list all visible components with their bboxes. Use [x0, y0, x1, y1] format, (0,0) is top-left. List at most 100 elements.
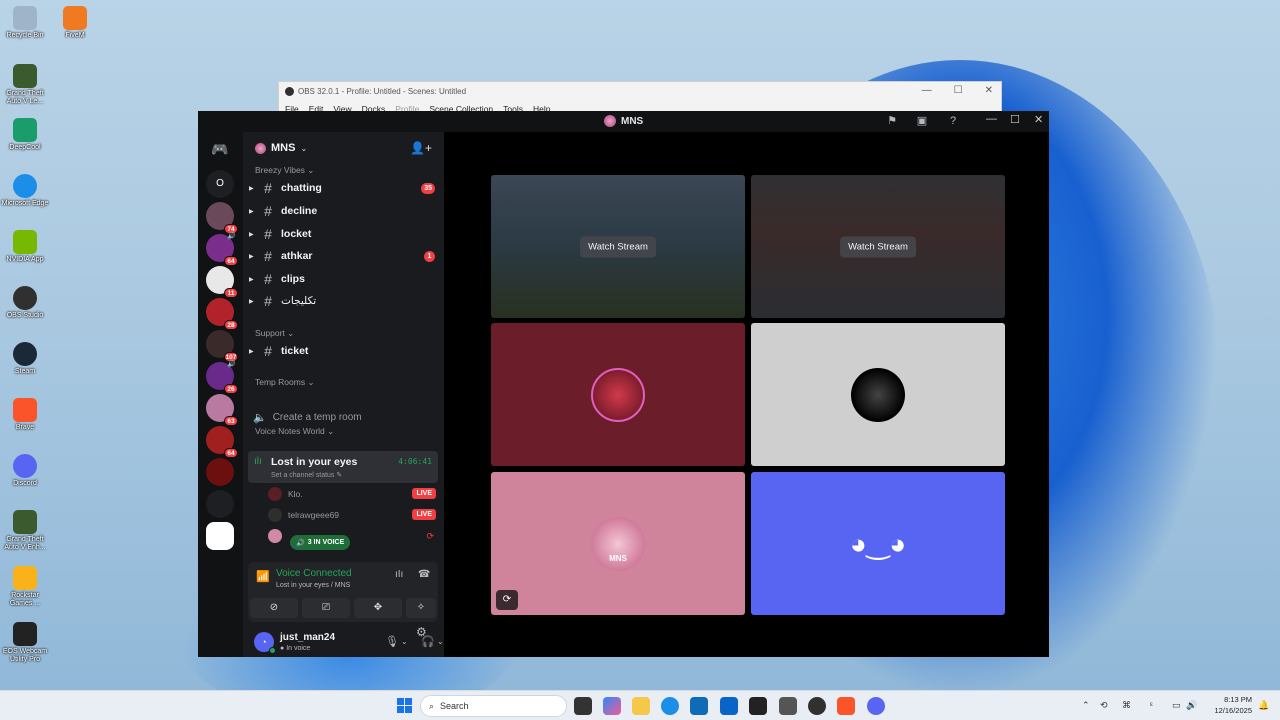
username[interactable]: just_man24: [280, 632, 335, 643]
set-channel-status[interactable]: Set a channel status ✎: [271, 471, 342, 479]
unread-badge: 35: [421, 183, 435, 194]
volume-icon[interactable]: 🔊: [1186, 700, 1197, 711]
settings-gear-icon[interactable]: ⚙: [416, 625, 427, 639]
notification-bell-icon[interactable]: 🔔: [1258, 700, 1269, 711]
category-temp-rooms[interactable]: Temp Rooms ⌄: [255, 377, 315, 388]
channel-clips[interactable]: ▶ # clips: [249, 269, 439, 289]
voice-connected-title[interactable]: Voice Connected: [276, 568, 352, 579]
taskbar-search[interactable]: ⌕ Search: [420, 695, 567, 717]
pen-icon[interactable]: ᵋ: [1150, 700, 1153, 710]
taskbar-clock[interactable]: 8:13 PM 12/16/2025: [1206, 694, 1252, 716]
network-icon[interactable]: ▭: [1172, 700, 1181, 711]
bluetooth-icon[interactable]: ⌘: [1122, 700, 1131, 711]
desktop-icon-brave[interactable]: Brave: [0, 398, 50, 432]
camera-toggle-button[interactable]: ⊘: [250, 598, 298, 618]
channel-ticket[interactable]: ▶ # ticket: [249, 341, 439, 361]
server-icon[interactable]: 11: [206, 266, 238, 298]
activities-button[interactable]: ✥: [354, 598, 402, 618]
desktop-icon-deepcool[interactable]: DeepCool: [0, 118, 50, 152]
channel-arabic[interactable]: ▶ # تكليجات: [249, 291, 439, 311]
server-icon-mns[interactable]: 63: [206, 394, 238, 426]
category-voice-notes-world[interactable]: Voice Notes World ⌄: [255, 426, 334, 437]
desktop-icon-steam[interactable]: Steam: [0, 342, 50, 376]
connection-signal-icon[interactable]: 📶: [256, 570, 270, 583]
desktop-icon-eos-webcam[interactable]: EOS Webcam Utility Pro: [0, 622, 50, 664]
participant-tile[interactable]: ◕‿◕: [751, 472, 1005, 615]
start-button[interactable]: [397, 698, 412, 713]
participant-tile[interactable]: MNS ⟳: [491, 472, 745, 615]
obs-minimize-button[interactable]: —: [922, 85, 932, 96]
participant-tile[interactable]: [491, 323, 745, 466]
voice-user[interactable]: Klo. LIVE: [268, 485, 436, 503]
chevron-up-icon[interactable]: ⌃: [1082, 700, 1090, 711]
desktop-icon-gta-legacy[interactable]: Grand Theft Auto V Le...: [0, 64, 50, 106]
desktop-icon-gta-enhanced[interactable]: Grand Theft Auto V Enh...: [0, 510, 50, 552]
obs-close-button[interactable]: ✕: [985, 85, 993, 96]
store-icon[interactable]: [690, 697, 708, 715]
server-icon[interactable]: 64: [206, 426, 238, 458]
stream-tile[interactable]: Watch Stream: [751, 175, 1005, 318]
desktop-icon-fivem[interactable]: FiveM: [50, 6, 100, 40]
file-explorer-icon[interactable]: [632, 697, 650, 715]
discord-home-icon[interactable]: 🎮: [206, 135, 234, 163]
category-support[interactable]: Support ⌄: [255, 328, 294, 339]
desktop-icon-recycle-bin[interactable]: Recycle Bin: [0, 6, 50, 40]
help-icon[interactable]: ?: [946, 114, 960, 128]
server-icon[interactable]: [206, 490, 234, 518]
voice-connected-subtitle[interactable]: Lost in your eyes / MNS: [276, 582, 350, 589]
stream-indicator-icon[interactable]: ⟳: [496, 590, 518, 610]
noise-suppression-icon[interactable]: ıIı: [395, 569, 403, 580]
watch-stream-button[interactable]: Watch Stream: [840, 236, 916, 257]
watch-stream-button[interactable]: Watch Stream: [580, 236, 656, 257]
unread-badge: 1: [424, 251, 435, 262]
soundboard-icon: ✧: [416, 602, 426, 613]
chevron-down-icon[interactable]: ⌄: [437, 637, 444, 646]
soundboard-button[interactable]: ✧: [406, 598, 436, 618]
voice-channel-lost-in-your-eyes[interactable]: ılı Lost in your eyes Set a channel stat…: [248, 451, 438, 483]
chevron-down-icon[interactable]: ⌄: [401, 637, 408, 646]
brave-icon[interactable]: [837, 697, 855, 715]
channel-chatting[interactable]: ▶ # chatting 35: [249, 178, 439, 198]
copilot-icon[interactable]: [603, 697, 621, 715]
minimize-button[interactable]: —: [986, 113, 997, 125]
flag-icon[interactable]: ⚑: [885, 114, 899, 128]
sync-icon[interactable]: ⟲: [1100, 700, 1108, 711]
app-icon[interactable]: [779, 697, 797, 715]
participant-tile[interactable]: [751, 323, 1005, 466]
server-icon[interactable]: [206, 458, 234, 486]
desktop-icon-nvidia[interactable]: NVIDIA App: [0, 230, 50, 264]
channel-locket[interactable]: ▶ # locket: [249, 224, 439, 244]
terminal-icon[interactable]: [749, 697, 767, 715]
desktop-icon-rockstar[interactable]: Rockstar Games ...: [0, 566, 50, 608]
server-icon[interactable]: 107: [206, 330, 238, 362]
voice-user[interactable]: telrawgeee69 LIVE: [268, 506, 436, 524]
desktop-icon-discord[interactable]: Discord: [0, 454, 50, 488]
close-button[interactable]: ✕: [1034, 113, 1043, 126]
microphone-icon[interactable]: 🎙: [385, 635, 399, 648]
server-icon[interactable]: 🔊 64: [206, 233, 238, 266]
screen-share-button[interactable]: ⎚: [302, 598, 350, 618]
obs-maximize-button[interactable]: ☐: [954, 85, 963, 96]
server-icon[interactable]: [206, 522, 234, 550]
category-breezy-vibes[interactable]: Breezy Vibes ⌄: [255, 165, 314, 176]
edge-icon[interactable]: [661, 697, 679, 715]
server-icon[interactable]: 74: [206, 202, 238, 234]
invite-people-icon[interactable]: 👤+: [410, 141, 432, 155]
channel-decline[interactable]: ▶ # decline: [249, 201, 439, 221]
disconnect-icon[interactable]: ☎: [418, 569, 430, 580]
maximize-button[interactable]: ☐: [1010, 113, 1020, 126]
outlook-icon[interactable]: [720, 697, 738, 715]
server-icon[interactable]: 🔊 26: [206, 361, 238, 394]
channel-athkar[interactable]: ▶ # athkar 1: [249, 246, 439, 266]
inbox-icon[interactable]: ▣: [915, 114, 929, 128]
desktop-icon-obs[interactable]: OBS Studio: [0, 286, 50, 320]
create-temp-room[interactable]: 🔈 Create a temp room: [253, 411, 362, 424]
server-icon[interactable]: 28: [206, 298, 238, 330]
desktop-icon-edge[interactable]: Microsoft Edge: [0, 174, 50, 208]
user-avatar[interactable]: ◔: [254, 632, 276, 654]
task-view-icon[interactable]: [574, 697, 592, 715]
discord-taskbar-icon[interactable]: [867, 697, 885, 715]
stream-tile[interactable]: Watch Stream: [491, 175, 745, 318]
obs-taskbar-icon[interactable]: [808, 697, 826, 715]
server-icon-o[interactable]: O: [206, 170, 234, 198]
